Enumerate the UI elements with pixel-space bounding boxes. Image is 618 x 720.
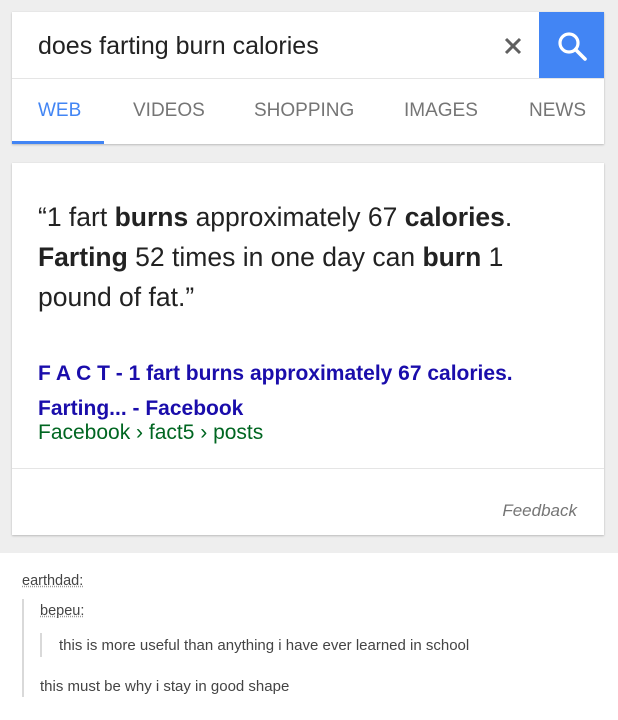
search-input[interactable]: does farting burn calories [38, 32, 319, 61]
quote-highlight: burns [114, 202, 189, 232]
tab-shopping[interactable]: SHOPPING [254, 79, 354, 144]
search-tabs: WEB VIDEOS SHOPPING IMAGES NEWS [12, 79, 604, 144]
tab-news[interactable]: NEWS [529, 79, 586, 144]
clear-search-button[interactable] [494, 27, 532, 65]
nested-quote-bar [40, 633, 42, 657]
close-icon [504, 37, 522, 55]
reblog-quote-bar [22, 599, 24, 697]
search-bar: does farting burn calories [12, 12, 604, 78]
result-title-link[interactable]: F A C T - 1 fart burns approximately 67 … [38, 356, 583, 426]
quote-text: 52 times in one day can [127, 242, 423, 272]
snippet-quote: “1 fart burns approximately 67 calories.… [38, 197, 578, 317]
featured-snippet-card: “1 fart burns approximately 67 calories.… [12, 163, 604, 535]
quote-highlight: calories [404, 202, 505, 232]
reblog-comment: this must be why i stay in good shape [40, 678, 290, 695]
tumblr-post: earthdad: bepeu: this is more useful tha… [0, 553, 618, 720]
poster-username[interactable]: earthdad: [22, 573, 83, 589]
search-icon [558, 32, 587, 61]
reblog-text: this is more useful than anything i have… [59, 637, 470, 654]
active-tab-indicator [12, 141, 104, 144]
quote-highlight: burn [422, 242, 482, 272]
quote-highlight: Farting [38, 242, 128, 272]
tab-images[interactable]: IMAGES [404, 79, 478, 144]
feedback-link[interactable]: Feedback [502, 501, 577, 521]
search-card: does farting burn calories WEB VIDEOS SH… [12, 12, 604, 144]
google-search-screenshot: does farting burn calories WEB VIDEOS SH… [0, 0, 618, 553]
reblog-username[interactable]: bepeu: [40, 603, 84, 619]
search-button[interactable] [539, 12, 604, 78]
tab-web[interactable]: WEB [38, 79, 81, 144]
divider [12, 468, 604, 469]
result-title-line[interactable]: F A C T - 1 fart burns approximately 67 … [38, 356, 583, 391]
quote-text: “1 fart [38, 202, 115, 232]
tab-videos[interactable]: VIDEOS [133, 79, 205, 144]
quote-text: approximately 67 [188, 202, 405, 232]
result-url[interactable]: Facebook › fact5 › posts [38, 421, 263, 445]
quote-text: . [504, 202, 513, 232]
